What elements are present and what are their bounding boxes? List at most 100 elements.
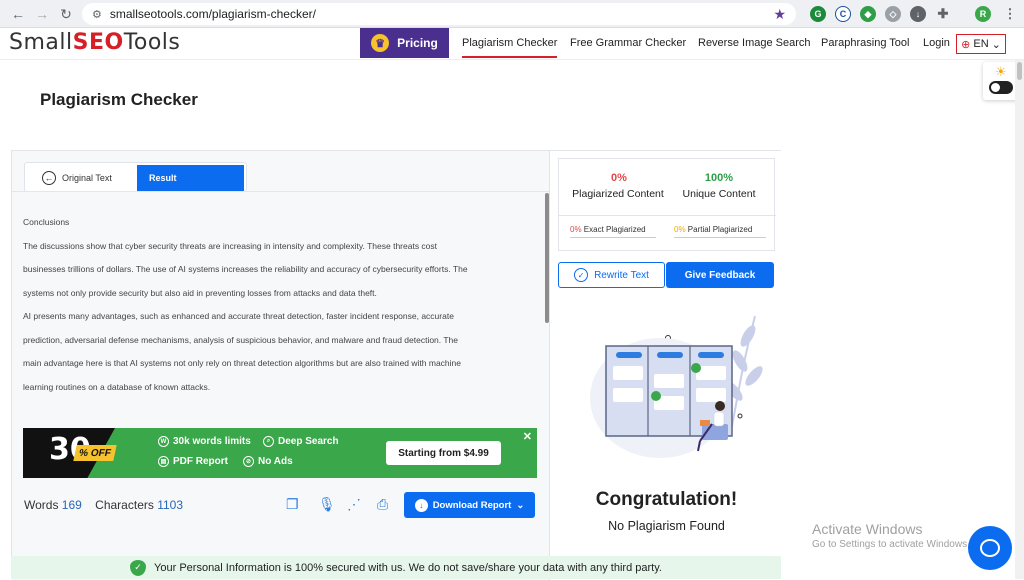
words-count: 169 bbox=[61, 498, 82, 512]
back-arrow-icon[interactable]: ← bbox=[8, 4, 28, 24]
activate-windows-subtitle: Go to Settings to activate Windows. bbox=[812, 539, 970, 550]
shield-check-icon: ✓ bbox=[130, 559, 147, 576]
chat-button[interactable] bbox=[968, 526, 1012, 570]
text-line: The discussions show that cyber security… bbox=[23, 241, 438, 251]
plagiarized-percent: 0% bbox=[611, 172, 627, 184]
word-limit-icon: W bbox=[158, 436, 169, 447]
text-line: AI presents many advantages, such as enh… bbox=[23, 311, 454, 321]
exact-plagiarized: 0% Exact Plagiarized bbox=[570, 225, 646, 234]
give-feedback-button[interactable]: Give Feedback bbox=[666, 262, 774, 288]
text-line: businesses trillions of dollars. The use… bbox=[23, 264, 468, 274]
feature-label: No Ads bbox=[258, 456, 293, 467]
language-selector[interactable]: ⊕ EN ⌄ bbox=[956, 34, 1006, 54]
page-scrollbar[interactable] bbox=[1015, 60, 1024, 579]
language-label: EN bbox=[973, 38, 989, 50]
chevron-down-icon: ⌄ bbox=[991, 38, 1001, 51]
rewrite-label: Rewrite Text bbox=[594, 269, 649, 281]
promo-feature: ⊘ No Ads bbox=[243, 456, 293, 467]
report-icon: ▤ bbox=[158, 456, 169, 467]
check-icon: ✓ bbox=[574, 268, 589, 282]
plagiarism-stats: 0% 100% Plagiarized Content Unique Conte… bbox=[558, 158, 776, 251]
feature-label: PDF Report bbox=[173, 456, 228, 467]
copy-icon[interactable]: ❐ bbox=[286, 496, 299, 513]
plagiarism-tool: ← Original Text Result Conclusions The d… bbox=[11, 150, 782, 580]
address-bar[interactable]: ⚙ smallseotools.com/plagiarism-checker/ … bbox=[82, 3, 796, 25]
back-circle-icon: ← bbox=[42, 171, 56, 185]
results-pane: 0% 100% Plagiarized Content Unique Conte… bbox=[549, 151, 782, 580]
feature-label: 30k words limits bbox=[173, 436, 251, 447]
promo-off-tag: % OFF bbox=[73, 445, 117, 461]
exact-percent: 0% bbox=[570, 225, 582, 234]
no-plagiarism-illustration bbox=[590, 315, 763, 458]
security-text: Your Personal Information is 100% secure… bbox=[154, 561, 662, 574]
promo-cta-button[interactable]: Starting from $4.99 bbox=[386, 441, 501, 465]
tab-original-label: Original Text bbox=[62, 173, 112, 183]
partial-percent: 0% bbox=[674, 225, 686, 234]
share-icon[interactable]: ⋰ bbox=[347, 496, 361, 513]
microphone-icon[interactable]: 🎙︎ bbox=[318, 496, 336, 513]
extensions-puzzle-icon[interactable]: ✚ bbox=[935, 6, 951, 22]
download-report-button[interactable]: ↓ Download Report ⌄ bbox=[404, 492, 535, 518]
download-label: Download Report bbox=[432, 499, 512, 511]
text-line: main advantage here is that AI systems n… bbox=[23, 358, 461, 368]
shield-extension-icon[interactable]: ◇ bbox=[885, 6, 901, 22]
logo-seo: SEO bbox=[72, 30, 124, 55]
partial-label: Partial Plagiarized bbox=[687, 225, 753, 234]
url-text: smallseotools.com/plagiarism-checker/ bbox=[109, 7, 316, 21]
browser-menu-icon[interactable]: ⋮ bbox=[1002, 6, 1018, 22]
unique-percent: 100% bbox=[704, 172, 734, 184]
tab-original-text[interactable]: ← Original Text bbox=[26, 165, 136, 191]
profile-avatar[interactable]: R bbox=[975, 6, 991, 22]
unique-label: Unique Content bbox=[682, 188, 756, 200]
words-label: Words bbox=[24, 498, 59, 512]
download-extension-icon[interactable]: ↓ bbox=[910, 6, 926, 22]
site-logo[interactable]: SmallSEOTools bbox=[9, 30, 180, 55]
logo-text: Small bbox=[9, 30, 73, 55]
bookmark-star-icon[interactable]: ★ bbox=[773, 6, 786, 23]
download-icon: ↓ bbox=[414, 498, 428, 512]
crown-icon: ♛ bbox=[371, 34, 390, 52]
characters-count: 1103 bbox=[157, 498, 184, 512]
exact-label: Exact Plagiarized bbox=[583, 225, 646, 234]
text-line: Conclusions bbox=[23, 217, 70, 227]
nav-reverse-image-search[interactable]: Reverse Image Search bbox=[698, 37, 811, 49]
text-line: systems not only provide security but al… bbox=[23, 288, 377, 298]
tab-result[interactable]: Result bbox=[137, 165, 244, 191]
nav-login[interactable]: Login bbox=[923, 37, 950, 49]
pricing-button[interactable]: ♛ Pricing bbox=[360, 28, 449, 58]
windows-activation-watermark: Activate Windows Go to Settings to activ… bbox=[812, 521, 970, 550]
result-text-area[interactable]: Conclusions The discussions show that cy… bbox=[12, 191, 549, 392]
pricing-label: Pricing bbox=[397, 36, 438, 50]
promo-feature: ▤ PDF Report bbox=[158, 456, 228, 467]
reload-icon[interactable]: ↻ bbox=[56, 4, 76, 24]
close-icon[interactable]: ✕ bbox=[523, 430, 532, 443]
nav-grammar-checker[interactable]: Free Grammar Checker bbox=[570, 37, 686, 49]
site-info-icon[interactable]: ⚙ bbox=[92, 8, 102, 21]
forward-arrow-icon[interactable]: → bbox=[32, 4, 52, 24]
extension-icon[interactable]: ◆ bbox=[860, 6, 876, 22]
copyright-extension-icon[interactable]: C bbox=[835, 6, 851, 22]
sun-icon: ☀ bbox=[995, 64, 1007, 79]
promo-feature: ⌕ Deep Search bbox=[263, 436, 339, 447]
no-plagiarism-message: No Plagiarism Found bbox=[608, 519, 725, 533]
page-title: Plagiarism Checker bbox=[40, 90, 198, 109]
characters-label: Characters bbox=[95, 498, 154, 512]
partial-plagiarized: 0% Partial Plagiarized bbox=[674, 225, 752, 234]
promo-banner[interactable]: 30 % OFF W 30k words limits ⌕ Deep Search … bbox=[23, 428, 537, 478]
text-counts: Words 169 Characters 1103 bbox=[24, 498, 193, 512]
dark-mode-switch[interactable] bbox=[989, 81, 1013, 94]
security-notice: ✓ Your Personal Information is 100% secu… bbox=[11, 556, 781, 579]
text-line: prediction, adversarial defense mechanis… bbox=[23, 335, 459, 345]
globe-icon: ⊕ bbox=[961, 38, 971, 51]
tab-bar: ← Original Text Result bbox=[24, 162, 247, 192]
logo-suffix: Tools bbox=[123, 30, 181, 55]
rewrite-text-button[interactable]: ✓ Rewrite Text bbox=[558, 262, 665, 288]
promo-feature: W 30k words limits bbox=[158, 436, 251, 447]
no-ads-icon: ⊘ bbox=[243, 456, 254, 467]
text-pane: ← Original Text Result Conclusions The d… bbox=[12, 151, 549, 580]
print-icon[interactable]: ⎙ bbox=[377, 496, 388, 513]
nav-paraphrasing-tool[interactable]: Paraphrasing Tool bbox=[821, 37, 909, 49]
grammarly-extension-icon[interactable]: G bbox=[810, 6, 826, 22]
nav-plagiarism-checker[interactable]: Plagiarism Checker bbox=[462, 37, 558, 58]
plagiarized-label: Plagiarized Content bbox=[572, 188, 664, 200]
